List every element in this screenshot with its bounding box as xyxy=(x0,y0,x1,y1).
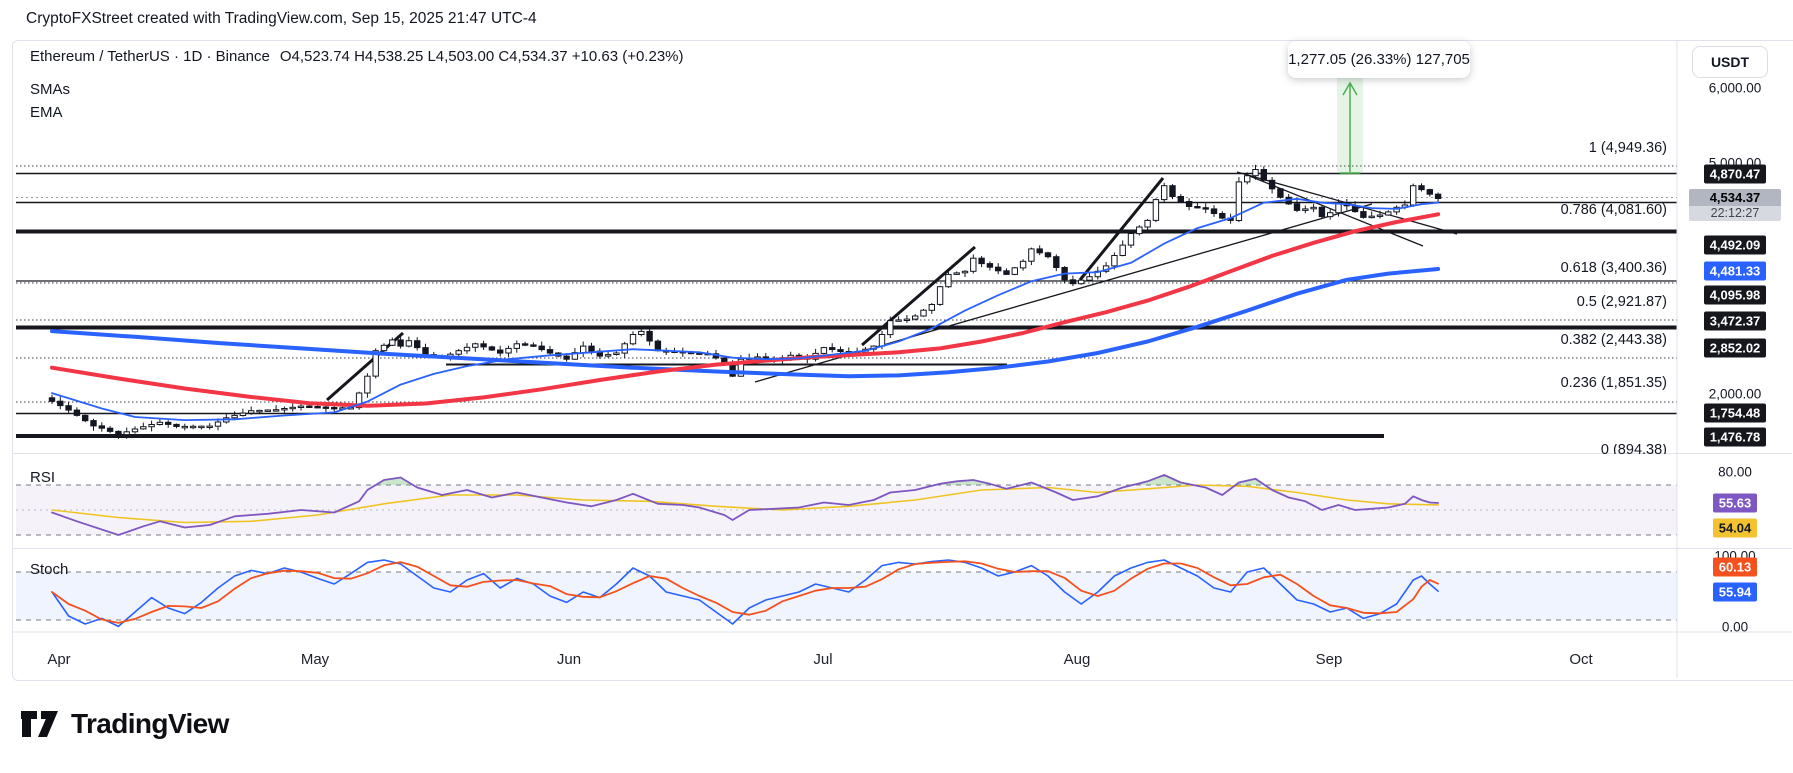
price-axis-badge: 4,095.98 xyxy=(1677,286,1793,305)
fib-level-label: 0.618 (3,400.36) xyxy=(1561,260,1667,276)
price-axis-badge: 2,852.02 xyxy=(1677,339,1793,358)
measure-tooltip: 1,277.05 (26.33%) 127,705 xyxy=(1288,41,1470,78)
price-axis-label: 6,000.00 xyxy=(1677,81,1793,96)
price-axis-badge: 3,472.37 xyxy=(1677,312,1793,331)
tradingview-logo-text: TradingView xyxy=(71,708,229,740)
tradingview-logo-icon xyxy=(20,710,60,738)
badge-value: 55.63 xyxy=(1713,494,1758,513)
tradingview-logo[interactable]: TradingView xyxy=(20,708,229,740)
badge-value: 55.94 xyxy=(1713,583,1758,602)
fib-level-label: 0.5 (2,921.87) xyxy=(1577,294,1667,310)
price-axis-badge: 60.13 xyxy=(1677,558,1793,577)
chart-widget xyxy=(12,40,1793,681)
time-axis-month[interactable]: Aug xyxy=(1064,651,1091,668)
badge-value: 1,754.48 xyxy=(1704,404,1767,423)
price-axis-badge: 1,754.48 xyxy=(1677,404,1793,423)
current-price-badge: 4,534.37 22:12:27 xyxy=(1677,189,1793,221)
badge-value: 4,870.47 xyxy=(1704,165,1767,184)
candle-countdown: 22:12:27 xyxy=(1689,206,1781,221)
time-axis-month[interactable]: May xyxy=(301,651,329,668)
badge-value: 1,476.78 xyxy=(1704,428,1767,447)
price-axis-badge: 4,481.33 xyxy=(1677,262,1793,281)
price-axis-badge: 4,492.09 xyxy=(1677,236,1793,255)
price-axis-badge: 55.94 xyxy=(1677,583,1793,602)
badge-value: 3,472.37 xyxy=(1704,312,1767,331)
fib-level-label: 0.382 (2,443.38) xyxy=(1561,332,1667,348)
chart-legend: Ethereum / TetherUS · 1D · Binance O4,523… xyxy=(30,48,684,65)
currency-toggle-button[interactable]: USDT xyxy=(1692,46,1768,78)
badge-value: 4,481.33 xyxy=(1704,262,1767,281)
badge-value: 4,095.98 xyxy=(1704,286,1767,305)
ohlc-values: O4,523.74 H4,538.25 L4,503.00 C4,534.37 … xyxy=(280,48,684,65)
time-axis-month[interactable]: Jun xyxy=(557,651,581,668)
smas-indicator-label: SMAs xyxy=(30,81,70,98)
ema-indicator-label: EMA xyxy=(30,104,63,121)
price-axis-badge: 4,870.47 xyxy=(1677,165,1793,184)
badge-value: 60.13 xyxy=(1713,558,1758,577)
price-axis-label: 80.00 xyxy=(1677,465,1793,480)
badge-value: 4,492.09 xyxy=(1704,236,1767,255)
time-axis-month[interactable]: Apr xyxy=(47,651,70,668)
price-axis-badge: 1,476.78 xyxy=(1677,428,1793,447)
credit-line: CryptoFXStreet created with TradingView.… xyxy=(26,10,537,28)
current-price-value: 4,534.37 xyxy=(1689,189,1781,206)
price-axis-label: 0.00 xyxy=(1677,620,1793,635)
time-axis-month[interactable]: Sep xyxy=(1316,651,1343,668)
price-axis-badge: 54.04 xyxy=(1677,519,1793,538)
rsi-pane-label: RSI xyxy=(30,469,55,486)
time-axis-month[interactable]: Oct xyxy=(1569,651,1592,668)
fib-level-label: 1 (4,949.36) xyxy=(1589,140,1667,156)
price-axis-label: 2,000.00 xyxy=(1677,387,1793,402)
price-axis-badge: 55.63 xyxy=(1677,494,1793,513)
fib-level-label-clipped: 0 (894.38) xyxy=(1601,444,1667,454)
fib-level-label: 0.236 (1,851.35) xyxy=(1561,375,1667,391)
fib-level-label: 0.786 (4,081.60) xyxy=(1561,202,1667,218)
symbol-title: Ethereum / TetherUS · 1D · Binance xyxy=(30,48,270,65)
badge-value: 2,852.02 xyxy=(1704,339,1767,358)
time-axis-month[interactable]: Jul xyxy=(813,651,832,668)
badge-value: 54.04 xyxy=(1713,519,1758,538)
stoch-pane-label: Stoch xyxy=(30,561,68,578)
